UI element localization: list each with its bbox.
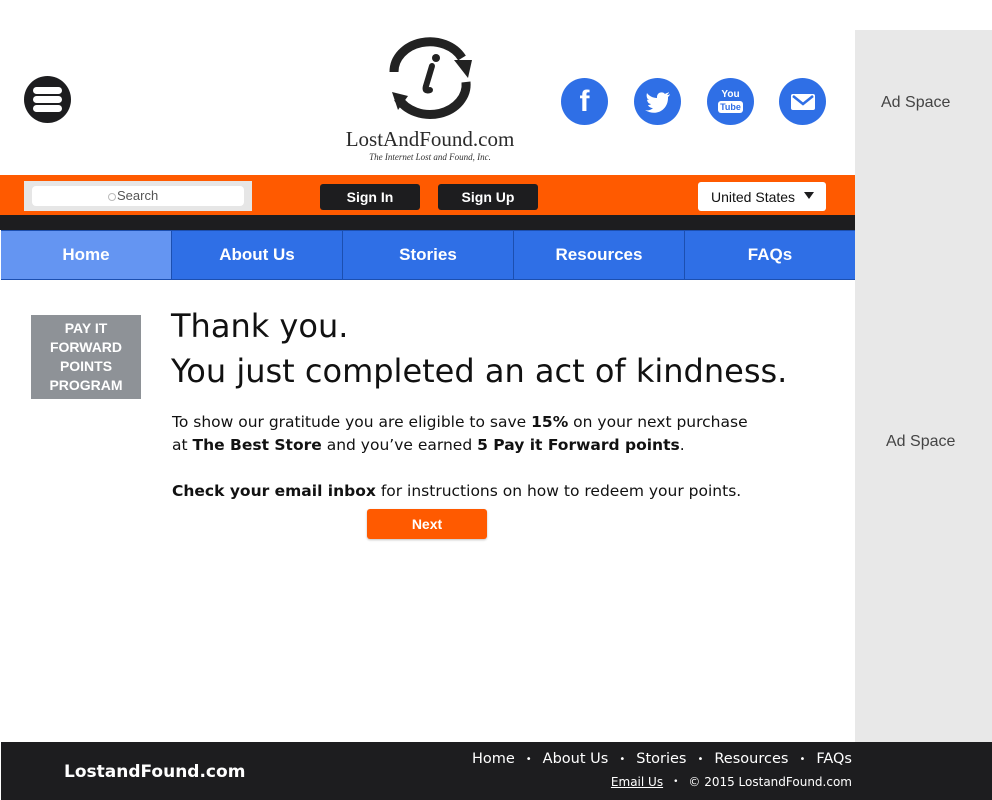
heading-line-2: You just completed an act of kindness. <box>171 352 788 390</box>
text: for instructions on how to redeem your p… <box>375 482 742 500</box>
email-button[interactable] <box>779 78 826 125</box>
footer-separator: • <box>673 777 679 787</box>
next-button[interactable]: Next <box>367 509 487 539</box>
youtube-icon: You Tube <box>718 90 743 113</box>
main-nav: Home About Us Stories Resources FAQs <box>1 230 855 280</box>
youtube-text-top: You <box>721 89 740 100</box>
footer-link-home[interactable]: Home <box>472 751 515 767</box>
search-box: Search <box>24 181 252 211</box>
youtube-button[interactable]: You Tube <box>707 78 754 125</box>
store-name: The Best Store <box>192 436 322 454</box>
page-heading: Thank you. You just completed an act of … <box>171 304 787 394</box>
badge-line: PROGRAM <box>49 377 123 393</box>
footer-separator: • <box>799 753 806 765</box>
menu-bar-icon <box>33 105 62 112</box>
twitter-button[interactable] <box>634 78 681 125</box>
logo-emblem-icon <box>389 37 472 119</box>
menu-bar-icon <box>33 96 62 103</box>
email-instructions: Check your email inbox for instructions … <box>172 480 741 503</box>
footer-nav: Home • About Us • Stories • Resources • … <box>472 751 852 767</box>
facebook-button[interactable]: f <box>561 78 608 125</box>
youtube-text-bottom: Tube <box>718 101 743 113</box>
text: at <box>172 436 193 454</box>
logo-name: LostAndFound.com <box>345 127 515 151</box>
nav-about-us[interactable]: About Us <box>172 230 343 280</box>
footer-link-faqs[interactable]: FAQs <box>816 751 852 767</box>
badge-line: FORWARD <box>49 339 123 355</box>
footer-link-about-us[interactable]: About Us <box>543 751 609 767</box>
reward-line-1: To show our gratitude you are eligible t… <box>172 411 748 434</box>
footer-separator: • <box>525 753 532 765</box>
reward-message: To show our gratitude you are eligible t… <box>172 411 748 457</box>
ad-column <box>855 30 992 742</box>
ad-space-middle[interactable]: Ad Space <box>886 433 955 451</box>
text: on your next purchase <box>568 413 748 431</box>
country-value: United States <box>711 189 796 205</box>
discount-value: 15% <box>531 413 569 431</box>
nav-faqs[interactable]: FAQs <box>685 230 855 280</box>
logo-tagline: The Internet Lost and Found, Inc. <box>369 152 491 162</box>
footer-separator: • <box>619 753 626 765</box>
footer-copyright: © 2015 LostandFound.com <box>688 775 852 789</box>
nav-stories[interactable]: Stories <box>343 230 514 280</box>
points-earned: 5 Pay it Forward points <box>477 436 680 454</box>
footer-email-link[interactable]: Email Us <box>611 775 663 789</box>
text: . <box>679 436 685 454</box>
check-email-emphasis: Check your email inbox <box>172 482 376 500</box>
footer-link-resources[interactable]: Resources <box>714 751 788 767</box>
pay-it-forward-badge[interactable]: PAY IT FORWARD POINTS PROGRAM <box>31 315 141 399</box>
ad-space-top[interactable]: Ad Space <box>881 94 950 112</box>
nav-resources[interactable]: Resources <box>514 230 685 280</box>
toolbar-divider <box>0 215 855 230</box>
search-input[interactable]: Search <box>32 186 244 206</box>
text: To show our gratitude you are eligible t… <box>172 413 532 431</box>
search-icon <box>108 193 116 201</box>
badge-line: POINTS <box>59 358 113 374</box>
nav-home[interactable]: Home <box>1 230 172 280</box>
menu-bar-icon <box>33 87 62 94</box>
chevron-down-icon <box>804 192 814 199</box>
footer-brand[interactable]: LostandFound.com <box>64 762 245 782</box>
menu-button[interactable] <box>24 76 71 123</box>
footer-separator: • <box>697 753 704 765</box>
site-logo[interactable]: LostAndFound.com The Internet Lost and F… <box>326 30 534 164</box>
text: and you’ve earned <box>321 436 478 454</box>
footer-meta: Email Us • © 2015 LostandFound.com <box>611 775 852 789</box>
footer-link-stories[interactable]: Stories <box>636 751 686 767</box>
twitter-icon <box>644 91 670 113</box>
reward-line-2: at The Best Store and you’ve earned 5 Pa… <box>172 434 748 457</box>
sign-up-button[interactable]: Sign Up <box>438 184 538 210</box>
country-select[interactable]: United States <box>698 182 826 211</box>
badge-line: PAY IT <box>64 320 108 336</box>
facebook-icon: f <box>579 84 590 118</box>
email-icon <box>790 93 815 110</box>
sign-in-button[interactable]: Sign In <box>320 184 420 210</box>
search-placeholder: Search <box>117 188 159 203</box>
heading-line-1: Thank you. <box>171 307 349 345</box>
